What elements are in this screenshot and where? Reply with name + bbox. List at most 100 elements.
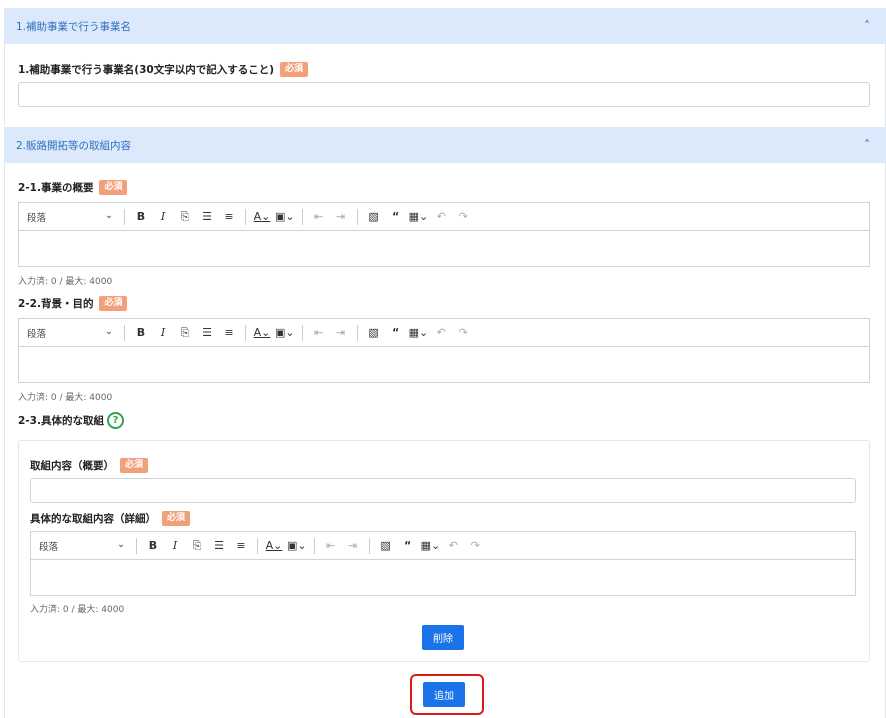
- indent-icon[interactable]: ⇥: [332, 324, 350, 342]
- toolbar-divider: [245, 324, 246, 341]
- section-1-title: 1.補助事業で行う事業名: [16, 20, 132, 33]
- overview-label-text: 2-1.事業の概要: [18, 182, 94, 194]
- concrete-label-text: 2-3.具体的な取組: [18, 415, 104, 427]
- editor-content[interactable]: [19, 347, 869, 383]
- editor-toolbar: 段落 ⌄ B I ⎘ ☰ ≡ A⌄ ▣⌄ ⇤ ⇥ ▧ “ ▦⌄ ↶ ↷: [19, 319, 869, 347]
- background-label: 2-2.背景・目的 必須: [18, 296, 128, 311]
- toolbar-divider: [368, 537, 370, 554]
- project-name-input[interactable]: [18, 82, 870, 107]
- indent-icon[interactable]: ⇥: [332, 208, 350, 226]
- section-2-header[interactable]: 2.販路開拓等の取組内容 ˄: [4, 127, 886, 163]
- editor-toolbar: 段落 ⌄ B I ⎘ ☰ ≡ A⌄ ▣⌄ ⇤ ⇥ ▧ “ ▦⌄ ↶ ↷: [19, 203, 869, 231]
- link-icon[interactable]: ⎘: [176, 324, 194, 342]
- overview-editor[interactable]: 段落 ⌄ B I ⎘ ☰ ≡ A⌄ ▣⌄ ⇤ ⇥ ▧ “ ▦⌄ ↶ ↷: [18, 202, 870, 267]
- background-label-text: 2-2.背景・目的: [18, 298, 94, 310]
- numbered-list-icon[interactable]: ≡: [232, 537, 250, 555]
- table-icon[interactable]: ▦⌄: [421, 537, 441, 555]
- redo-icon[interactable]: ↷: [454, 324, 472, 342]
- section-2-title: 2.販路開拓等の取組内容: [16, 139, 132, 152]
- italic-icon[interactable]: I: [166, 537, 184, 555]
- item-detail-label-text: 具体的な取組内容（詳細）: [30, 513, 156, 525]
- quote-icon[interactable]: “: [387, 208, 405, 226]
- link-icon[interactable]: ⎘: [188, 537, 206, 555]
- table-icon[interactable]: ▦⌄: [409, 208, 429, 226]
- italic-icon[interactable]: I: [154, 208, 172, 226]
- outdent-icon[interactable]: ⇤: [310, 324, 328, 342]
- background-counter: 入力済: 0 / 最大: 4000: [18, 393, 113, 403]
- redo-icon[interactable]: ↷: [454, 208, 472, 226]
- delete-button[interactable]: 削除: [422, 625, 464, 650]
- item-summary-label: 取組内容（概要） 必須: [30, 458, 149, 473]
- required-badge: 必須: [162, 511, 191, 526]
- required-badge: 必須: [99, 296, 128, 311]
- bold-icon[interactable]: B: [132, 208, 150, 226]
- toolbar-divider: [124, 208, 125, 225]
- toolbar-divider: [301, 208, 303, 225]
- paragraph-label: 段落: [39, 541, 59, 553]
- project-name-label: 1.補助事業で行う事業名(30文字以内で記入すること) 必須: [18, 62, 309, 77]
- editor-content[interactable]: [31, 560, 855, 596]
- bulleted-list-icon[interactable]: ☰: [198, 208, 216, 226]
- item-summary-input[interactable]: [30, 478, 856, 503]
- bold-icon[interactable]: B: [132, 324, 150, 342]
- redo-icon[interactable]: ↷: [466, 537, 484, 555]
- quote-icon[interactable]: “: [399, 537, 417, 555]
- undo-icon[interactable]: ↶: [432, 324, 450, 342]
- background-editor[interactable]: 段落 ⌄ B I ⎘ ☰ ≡ A⌄ ▣⌄ ⇤ ⇥ ▧ “ ▦⌄ ↶ ↷: [18, 318, 870, 383]
- image-icon[interactable]: ▧: [365, 208, 383, 226]
- link-icon[interactable]: ⎘: [176, 208, 194, 226]
- outdent-icon[interactable]: ⇤: [310, 208, 328, 226]
- toolbar-divider: [313, 537, 315, 554]
- bulleted-list-icon[interactable]: ☰: [210, 537, 228, 555]
- highlight-icon[interactable]: ▣⌄: [275, 324, 295, 342]
- toolbar-divider: [356, 324, 358, 341]
- add-button[interactable]: 追加: [423, 682, 465, 707]
- table-icon[interactable]: ▦⌄: [409, 324, 429, 342]
- numbered-list-icon[interactable]: ≡: [220, 208, 238, 226]
- chevron-down-icon: ⌄: [105, 209, 113, 221]
- undo-icon[interactable]: ↶: [432, 208, 450, 226]
- font-color-icon[interactable]: A⌄: [253, 324, 271, 342]
- chevron-up-icon[interactable]: ˄: [864, 138, 870, 152]
- chevron-down-icon: ⌄: [105, 325, 113, 337]
- item-detail-label: 具体的な取組内容（詳細） 必須: [30, 511, 191, 526]
- toolbar-divider: [301, 324, 303, 341]
- required-badge: 必須: [99, 180, 128, 195]
- concrete-label: 2-3.具体的な取組 ?: [18, 412, 124, 429]
- paragraph-label: 段落: [27, 212, 47, 224]
- indent-icon[interactable]: ⇥: [344, 537, 362, 555]
- highlight-icon[interactable]: ▣⌄: [287, 537, 307, 555]
- overview-label: 2-1.事業の概要 必須: [18, 180, 128, 195]
- numbered-list-icon[interactable]: ≡: [220, 324, 238, 342]
- item-detail-counter: 入力済: 0 / 最大: 4000: [30, 605, 125, 615]
- toolbar-divider: [356, 208, 358, 225]
- toolbar-divider: [257, 537, 258, 554]
- item-detail-editor[interactable]: 段落 ⌄ B I ⎘ ☰ ≡ A⌄ ▣⌄ ⇤ ⇥ ▧ “ ▦⌄ ↶ ↷: [30, 531, 856, 596]
- italic-icon[interactable]: I: [154, 324, 172, 342]
- image-icon[interactable]: ▧: [365, 324, 383, 342]
- required-badge: 必須: [120, 458, 149, 473]
- image-icon[interactable]: ▧: [377, 537, 395, 555]
- paragraph-select[interactable]: 段落 ⌄: [27, 326, 119, 340]
- font-color-icon[interactable]: A⌄: [265, 537, 283, 555]
- required-badge: 必須: [280, 62, 309, 77]
- help-icon[interactable]: ?: [106, 412, 124, 429]
- chevron-down-icon: ⌄: [117, 538, 125, 550]
- outdent-icon[interactable]: ⇤: [322, 537, 340, 555]
- bulleted-list-icon[interactable]: ☰: [198, 324, 216, 342]
- undo-icon[interactable]: ↶: [444, 537, 462, 555]
- toolbar-divider: [245, 208, 246, 225]
- toolbar-divider: [136, 537, 137, 554]
- paragraph-select[interactable]: 段落 ⌄: [27, 210, 119, 224]
- project-name-label-text: 1.補助事業で行う事業名(30文字以内で記入すること): [18, 64, 275, 76]
- toolbar-divider: [124, 324, 125, 341]
- highlight-icon[interactable]: ▣⌄: [275, 208, 295, 226]
- paragraph-select[interactable]: 段落 ⌄: [39, 539, 131, 553]
- section-1-header[interactable]: 1.補助事業で行う事業名 ˄: [4, 8, 886, 44]
- editor-content[interactable]: [19, 231, 869, 267]
- editor-toolbar: 段落 ⌄ B I ⎘ ☰ ≡ A⌄ ▣⌄ ⇤ ⇥ ▧ “ ▦⌄ ↶ ↷: [31, 532, 855, 560]
- bold-icon[interactable]: B: [144, 537, 162, 555]
- quote-icon[interactable]: “: [387, 324, 405, 342]
- chevron-up-icon[interactable]: ˄: [864, 19, 870, 33]
- font-color-icon[interactable]: A⌄: [253, 208, 271, 226]
